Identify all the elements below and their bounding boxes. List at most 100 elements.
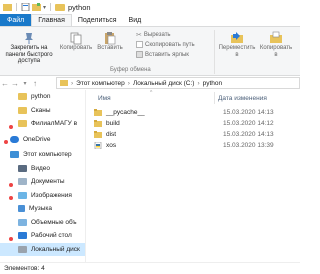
cut-label: Вырезать [143, 32, 171, 38]
recent-locations-button[interactable]: ▾ [20, 77, 30, 89]
column-header-date[interactable]: Дата изменения [215, 95, 267, 102]
clipboard-group-label: Буфер обмена [110, 67, 151, 73]
move-to-label: Переместить в [218, 45, 256, 58]
pin-label: Закрепить на панели быстрого доступа [5, 45, 53, 64]
chevron-right-icon: › [71, 79, 74, 87]
window-title: python [68, 2, 91, 12]
folder-icon [18, 120, 27, 128]
copy-path-label: Скопировать путь [145, 41, 195, 48]
up-button[interactable]: ↑ [30, 77, 40, 89]
cut-button[interactable]: ✂ Вырезать [136, 31, 171, 39]
breadcrumb-this-pc[interactable]: Этот компьютер [76, 80, 125, 87]
copy-path-icon [136, 41, 143, 48]
chevron-down-icon[interactable]: ▾ [43, 4, 46, 11]
forward-button[interactable]: → [10, 77, 20, 89]
address-bar[interactable]: › Этот компьютер › Локальный диск (C:) ›… [56, 77, 300, 89]
error-badge-icon [9, 236, 13, 241]
video-icon [18, 164, 27, 172]
folder-icon [55, 3, 66, 11]
sidebar-item-music[interactable]: Музыка [0, 202, 85, 216]
properties-icon[interactable] [21, 3, 30, 11]
paste-shortcut-button[interactable]: Вставить ярлык [136, 51, 189, 58]
error-badge-icon [9, 182, 13, 187]
file-name: build [106, 120, 120, 127]
paste-label: Вставить [97, 45, 123, 51]
ribbon: Закрепить на панели быстрого доступа Коп… [0, 26, 300, 76]
sidebar-item-label: Локальный диск [31, 245, 80, 253]
item-count: Элементов: 4 [4, 265, 45, 272]
sidebar-item-3d-objects[interactable]: Объемные объ [0, 216, 85, 230]
sidebar-item-label: Музыка [29, 205, 52, 213]
file-row-dist[interactable]: dist 15.03.2020 14:13 [87, 129, 300, 140]
sidebar-item-this-pc[interactable]: Этот компьютер [0, 148, 85, 162]
file-date: 15.03.2020 13:39 [223, 142, 274, 149]
sidebar-item-python[interactable]: python [0, 90, 85, 104]
divider [16, 3, 17, 11]
sidebar-item-label: Рабочий стол [31, 232, 72, 240]
sidebar-item-desktop[interactable]: Рабочий стол [0, 229, 85, 243]
copy-path-button[interactable]: Скопировать путь [136, 41, 195, 48]
folder-icon [94, 131, 102, 138]
column-headers: Имя Дата изменения [87, 92, 300, 104]
folder-icon [94, 109, 102, 116]
folder-icon [3, 4, 12, 11]
tab-file[interactable]: Файл [0, 14, 32, 26]
chevron-right-icon: › [127, 79, 130, 87]
paste-shortcut-icon [136, 51, 143, 58]
folder-icon [60, 80, 68, 86]
pin-quick-access-button[interactable]: Закрепить на панели быстрого доступа [2, 31, 56, 65]
scissors-icon: ✂ [136, 32, 142, 39]
folder-icon [94, 120, 102, 127]
copy-label: Копировать [59, 45, 93, 51]
move-to-button[interactable]: Переместить в [218, 31, 256, 58]
sidebar-item-documents[interactable]: Документы [0, 175, 85, 189]
error-badge-icon [9, 196, 13, 200]
sidebar-item-filial[interactable]: ФилиалМАГУ в [0, 117, 85, 131]
file-list: ^ Имя Дата изменения __pycache__ 15.03.2… [87, 90, 300, 262]
file-name: __pycache__ [106, 109, 145, 116]
sidebar-item-local-disk[interactable]: Локальный диск [0, 242, 85, 256]
sidebar-item-label: ФилиалМАГУ в [31, 120, 78, 128]
documents-icon [18, 178, 27, 186]
new-folder-icon[interactable] [32, 3, 41, 11]
divider [214, 30, 215, 74]
file-row-xos[interactable]: xos 15.03.2020 13:39 [87, 140, 300, 151]
arrow-right-icon: → [11, 78, 19, 88]
copy-to-button[interactable]: Копировать в [258, 31, 294, 58]
sidebar-item-label: Изображения [31, 191, 72, 199]
images-icon [18, 191, 27, 199]
desktop-icon [18, 232, 27, 240]
back-button[interactable]: ← [0, 77, 10, 89]
tab-share[interactable]: Поделиться [72, 14, 123, 26]
copy-to-icon [270, 31, 282, 43]
move-to-icon [231, 32, 243, 43]
paste-button[interactable]: Вставить [96, 31, 124, 52]
arrow-left-icon: ← [1, 78, 9, 88]
file-date: 15.03.2020 14:13 [223, 131, 274, 138]
sidebar-item-video[interactable]: Видео [0, 162, 85, 176]
python-file-icon [94, 142, 102, 149]
computer-icon [10, 151, 19, 159]
quick-access-toolbar: ▾ [0, 3, 53, 11]
tab-home[interactable]: Главная [31, 14, 72, 26]
sidebar-item-onedrive[interactable]: OneDrive [0, 133, 85, 147]
breadcrumb-python[interactable]: python [203, 80, 223, 87]
file-name: dist [106, 131, 117, 138]
folder-icon [18, 106, 27, 114]
pin-icon [25, 33, 33, 44]
file-row-pycache[interactable]: __pycache__ 15.03.2020 14:13 [87, 107, 300, 118]
sidebar-item-label: Документы [31, 178, 65, 186]
tab-view[interactable]: Вид [123, 14, 148, 26]
music-icon [18, 205, 25, 213]
sidebar-item-scans[interactable]: Сканы [0, 104, 85, 118]
breadcrumb-local-disk[interactable]: Локальный диск (C:) [133, 80, 195, 87]
arrow-up-icon: ↑ [33, 78, 37, 88]
sidebar-item-label: Этот компьютер [23, 151, 72, 159]
sidebar-item-images[interactable]: Изображения [0, 189, 85, 203]
file-date: 15.03.2020 14:13 [223, 109, 274, 116]
sidebar-item-label: OneDrive [23, 135, 51, 143]
drive-icon [18, 245, 27, 253]
copy-button[interactable]: Копировать [59, 31, 93, 52]
ribbon-tabs: Файл Главная Поделиться Вид [0, 14, 300, 26]
file-row-build[interactable]: build 15.03.2020 14:12 [87, 118, 300, 129]
